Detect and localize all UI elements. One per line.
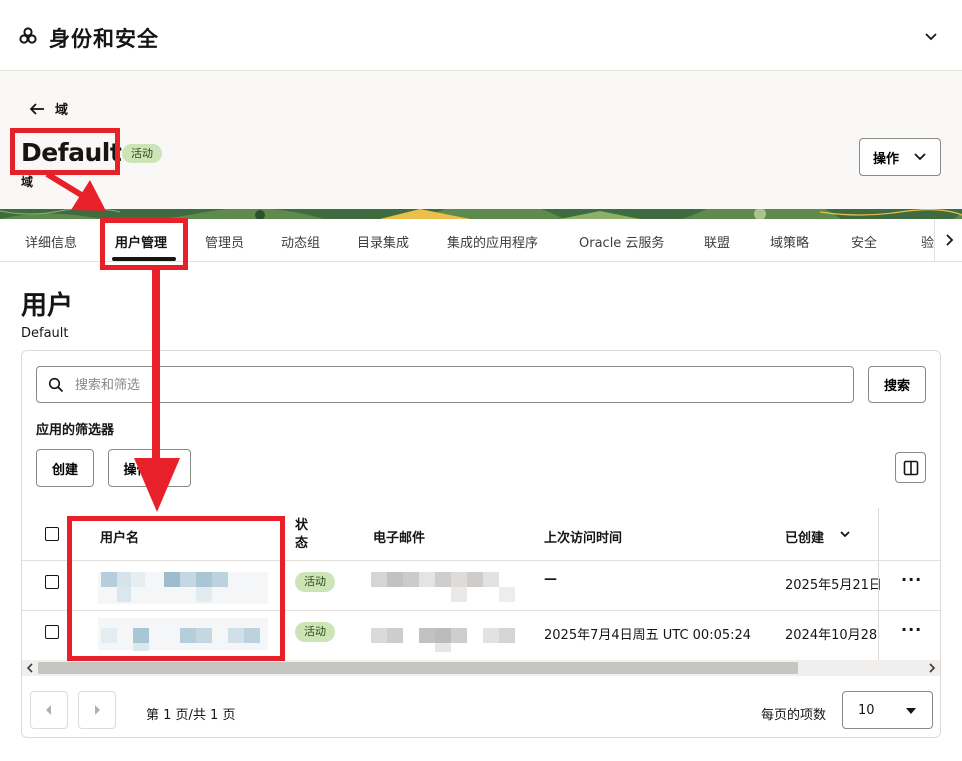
- tab-domain-policies[interactable]: 域策略: [770, 232, 809, 251]
- chevron-down-icon[interactable]: [922, 27, 940, 45]
- highlight-domain-title: [10, 128, 120, 175]
- sort-descending-icon[interactable]: [839, 530, 851, 540]
- tab-security[interactable]: 安全: [851, 232, 877, 251]
- manage-columns-button[interactable]: [895, 452, 926, 483]
- column-header-created[interactable]: 已创建: [785, 527, 824, 546]
- per-page-select[interactable]: 10: [842, 691, 933, 729]
- tab-administrators[interactable]: 管理员: [205, 232, 244, 251]
- applied-filters-label: 应用的筛选器: [36, 423, 115, 438]
- table-actions-label: 操作: [123, 462, 150, 478]
- page-subtitle: 域: [21, 175, 34, 189]
- columns-icon: [903, 460, 918, 475]
- oracle-cluster-icon: [19, 27, 37, 44]
- tab-directory-integrations[interactable]: 目录集成: [357, 232, 409, 251]
- column-header-status[interactable]: 状态: [295, 517, 311, 553]
- column-header-email[interactable]: 电子邮件: [373, 527, 425, 546]
- header-actions-button[interactable]: 操作: [859, 138, 941, 176]
- search-icon: [48, 377, 64, 393]
- tab-oracle-cloud-services[interactable]: Oracle 云服务: [579, 232, 664, 251]
- last-access-value: 2025年7月4日周五 UTC 00:05:24: [544, 628, 752, 643]
- back-link-label: 域: [55, 103, 69, 118]
- caret-left-icon: [46, 705, 51, 715]
- created-value: 2024年10月28: [785, 628, 878, 643]
- caret-right-icon: [95, 705, 100, 715]
- table-actions-button[interactable]: 操作: [108, 449, 191, 487]
- email-redacted: [371, 628, 515, 652]
- app-header: 身份和安全: [0, 0, 962, 71]
- scrollbar-thumb[interactable]: [38, 662, 798, 674]
- tab-dynamic-groups[interactable]: 动态组: [281, 232, 320, 251]
- status-badge: 活动: [295, 572, 335, 592]
- highlight-username-column: [67, 516, 285, 661]
- search-field[interactable]: [36, 366, 854, 403]
- scroll-right-icon[interactable]: [927, 663, 937, 673]
- column-header-last-access[interactable]: 上次访问时间: [544, 527, 622, 546]
- highlight-user-management-tab: [100, 218, 188, 270]
- next-page-button[interactable]: [78, 691, 116, 729]
- status-badge: 活动: [122, 144, 162, 163]
- page-info: 第 1 页/共 1 页: [146, 708, 236, 723]
- search-input[interactable]: [75, 375, 835, 395]
- last-access-value: —: [544, 572, 557, 587]
- create-user-button[interactable]: 创建: [36, 449, 94, 487]
- scroll-left-icon[interactable]: [25, 663, 35, 673]
- per-page-label: 每页的项数: [761, 708, 827, 723]
- app-title: 身份和安全: [49, 27, 159, 51]
- tab-federation[interactable]: 联盟: [704, 232, 730, 251]
- chevron-right-icon: [945, 234, 953, 246]
- header-actions-label: 操作: [872, 151, 899, 167]
- section-title: 用户: [21, 291, 74, 321]
- select-all-checkbox[interactable]: [45, 527, 59, 541]
- caret-down-icon: [906, 708, 916, 714]
- row-more-button[interactable]: ···: [901, 620, 922, 639]
- tab-overflow[interactable]: 验: [921, 232, 934, 251]
- create-user-label: 创建: [51, 462, 78, 478]
- status-badge: 活动: [295, 622, 335, 642]
- chevron-down-icon: [162, 464, 175, 472]
- email-redacted: [371, 572, 515, 602]
- row-checkbox[interactable]: [45, 625, 59, 639]
- row-more-button[interactable]: ···: [901, 570, 922, 589]
- created-value: 2025年5月21日: [785, 578, 882, 593]
- previous-page-button[interactable]: [30, 691, 68, 729]
- search-button[interactable]: 搜索: [868, 366, 926, 403]
- tab-integrated-applications[interactable]: 集成的应用程序: [447, 232, 538, 251]
- horizontal-scrollbar[interactable]: [22, 660, 940, 676]
- sticky-column-divider: [878, 508, 879, 660]
- section-subtitle: Default: [21, 326, 69, 341]
- chevron-down-icon: [914, 153, 926, 161]
- tab-scroll-right-button[interactable]: [934, 219, 962, 261]
- per-page-value: 10: [858, 703, 875, 718]
- arrow-left-icon: [29, 102, 44, 115]
- back-link[interactable]: 域: [29, 99, 68, 118]
- domain-header: [0, 71, 962, 209]
- row-checkbox[interactable]: [45, 575, 59, 589]
- tab-details[interactable]: 详细信息: [25, 232, 77, 251]
